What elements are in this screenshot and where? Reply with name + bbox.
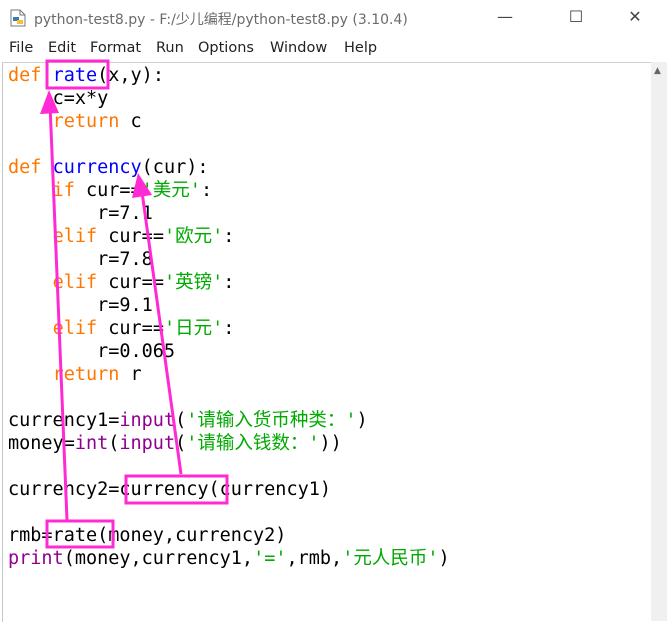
code-token: c=x*y: [52, 88, 109, 109]
code-token: rmb=rate(money,currency2): [8, 525, 287, 546]
code-token: cur==: [97, 272, 164, 293]
code-token: input: [119, 433, 176, 454]
code-token: (x,y):: [97, 65, 164, 86]
code-token: r: [119, 364, 142, 385]
code-token: money=: [8, 433, 75, 454]
code-token: ): [438, 548, 450, 569]
code-token: print: [8, 548, 64, 569]
menu-help[interactable]: Help: [344, 40, 377, 56]
code-token: r=7.8: [97, 249, 153, 270]
code-token: :: [223, 318, 235, 339]
code-token: (money,currency1,: [63, 548, 254, 569]
code-line-3: return c: [8, 111, 142, 133]
code-line-12: elif cur=='日元':: [8, 318, 235, 340]
code-token: '日元': [163, 318, 224, 339]
menu-format[interactable]: Format: [90, 40, 141, 56]
code-token: return: [52, 111, 120, 132]
code-token: c: [119, 111, 142, 132]
code-line-2: c=x*y: [8, 88, 109, 110]
code-token: ): [356, 410, 368, 431]
code-line-17: money=int(input('请输入钱数：')): [8, 433, 342, 455]
title-bar: python-test8.py - F:/少儿编程/python-test8.p…: [0, 0, 667, 36]
code-token: currency1=: [8, 410, 120, 431]
code-token: elif: [52, 226, 98, 247]
code-token: cur==: [97, 226, 164, 247]
code-token: return: [52, 364, 120, 385]
code-token: def: [8, 65, 42, 86]
code-token: :: [223, 226, 235, 247]
code-token: '欧元': [163, 226, 224, 247]
code-token: '请输入货币种类：': [186, 410, 357, 431]
code-token: r=9.1: [97, 295, 153, 316]
code-line-10: elif cur=='英镑':: [8, 272, 235, 294]
code-token: '元人民币': [342, 548, 439, 569]
code-token: if: [52, 180, 75, 201]
code-token: ,rmb,: [286, 548, 343, 569]
code-line-13: r=0.065: [8, 341, 175, 363]
menu-edit[interactable]: Edit: [48, 40, 76, 56]
code-line-5: def currency(cur):: [8, 157, 209, 179]
minimize-button[interactable]: —: [482, 0, 528, 34]
scroll-up-arrow-icon[interactable]: ▲: [654, 66, 661, 76]
code-token: (: [108, 433, 120, 454]
menu-bar: File Edit Format Run Options Window Help: [0, 36, 667, 62]
code-token: currency2=currency(currency1): [8, 479, 332, 500]
code-token: currency: [52, 157, 142, 178]
code-token: def: [8, 157, 42, 178]
vertical-scrollbar[interactable]: [651, 62, 667, 621]
maximize-button[interactable]: ☐: [553, 0, 599, 34]
code-line-8: elif cur=='欧元':: [8, 226, 235, 248]
code-token: '英镑': [163, 272, 224, 293]
code-line-11: r=9.1: [8, 295, 153, 317]
code-token: (: [175, 433, 187, 454]
code-token: rate: [52, 65, 98, 86]
code-line-6: if cur=='美元':: [8, 180, 213, 202]
code-token: r=7.1: [97, 203, 153, 224]
code-line-16: currency1=input('请输入货币种类：'): [8, 410, 368, 432]
code-token: (: [175, 410, 187, 431]
close-button[interactable]: ✕: [612, 0, 658, 34]
code-token: :: [200, 180, 213, 201]
menu-window[interactable]: Window: [270, 40, 327, 56]
menu-file[interactable]: File: [9, 40, 33, 56]
code-token: input: [119, 410, 176, 431]
code-token: '美元': [141, 180, 201, 201]
code-token: elif: [52, 318, 98, 339]
code-line-21: rmb=rate(money,currency2): [8, 525, 286, 547]
code-line-1: def rate(x,y):: [8, 65, 164, 87]
code-token: elif: [52, 272, 98, 293]
code-line-19: currency2=currency(currency1): [8, 479, 331, 501]
menu-run[interactable]: Run: [156, 40, 184, 56]
code-token: )): [319, 433, 342, 454]
code-token: r=0.065: [97, 341, 176, 362]
menu-options[interactable]: Options: [198, 40, 254, 56]
python-file-icon: [10, 9, 26, 27]
window-title: python-test8.py - F:/少儿编程/python-test8.p…: [34, 12, 408, 28]
code-token: (cur):: [141, 157, 209, 178]
code-token: cur==: [97, 318, 164, 339]
code-token: '请输入钱数：': [186, 433, 320, 454]
code-token: cur==: [74, 180, 142, 201]
code-token: '=': [253, 548, 287, 569]
code-line-9: r=7.8: [8, 249, 153, 271]
code-line-22: print(money,currency1,'=',rmb,'元人民币'): [8, 548, 450, 570]
code-token: int: [74, 433, 109, 454]
code-token: :: [223, 272, 235, 293]
code-line-7: r=7.1: [8, 203, 153, 225]
code-line-14: return r: [8, 364, 142, 386]
